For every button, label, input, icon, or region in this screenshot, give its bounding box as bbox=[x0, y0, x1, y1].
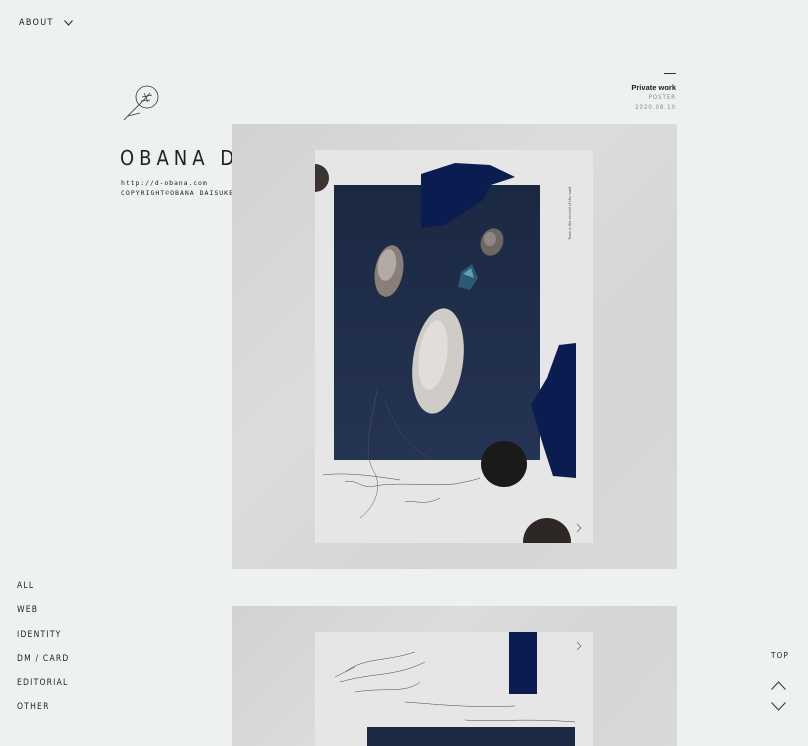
about-menu[interactable]: ABOUT bbox=[19, 18, 73, 28]
poster-image-2 bbox=[315, 632, 593, 746]
svg-text:Time is the record of the sand: Time is the record of the sand bbox=[568, 186, 572, 240]
copyright-text: COPYRIGHT©OBANA DAISUKE bbox=[121, 189, 235, 197]
feather-logo-icon[interactable] bbox=[122, 83, 162, 123]
poster-image: Time is the record of the sand · · · · ·… bbox=[315, 150, 593, 543]
nav-item-editorial[interactable]: EDITORIAL bbox=[17, 677, 70, 701]
nav-item-all[interactable]: ALL bbox=[17, 580, 70, 604]
back-to-top-link[interactable]: TOP bbox=[771, 651, 789, 660]
work-date: 2020.08.10 bbox=[635, 104, 676, 111]
work-category: POSTER bbox=[648, 94, 676, 101]
chevron-down-icon[interactable] bbox=[771, 702, 786, 711]
poster-artwork-2 bbox=[334, 632, 582, 746]
svg-text:· · ·: · · · bbox=[325, 523, 329, 527]
svg-text:· ·: · · bbox=[325, 529, 328, 533]
work-title: Private work bbox=[631, 83, 676, 92]
poster-artwork: Time is the record of the sand · · · · ·… bbox=[315, 163, 582, 543]
nav-item-other[interactable]: OTHER bbox=[17, 701, 70, 725]
svg-text:· ·: · · bbox=[325, 517, 328, 521]
nav-item-dm-card[interactable]: DM / CARD bbox=[17, 653, 70, 677]
nav-item-web[interactable]: WEB bbox=[17, 604, 70, 628]
chevron-up-icon[interactable] bbox=[771, 681, 786, 690]
work-thumbnail-2[interactable] bbox=[232, 606, 677, 746]
chevron-down-icon bbox=[63, 20, 73, 26]
nav-item-identity[interactable]: IDENTITY bbox=[17, 629, 70, 653]
site-url[interactable]: http://d-obana.com bbox=[121, 179, 208, 187]
info-divider bbox=[664, 73, 676, 74]
work-thumbnail[interactable]: Time is the record of the sand · · · · ·… bbox=[232, 124, 677, 569]
category-nav: ALL WEB IDENTITY DM / CARD EDITORIAL OTH… bbox=[17, 580, 70, 726]
about-label: ABOUT bbox=[19, 18, 54, 28]
